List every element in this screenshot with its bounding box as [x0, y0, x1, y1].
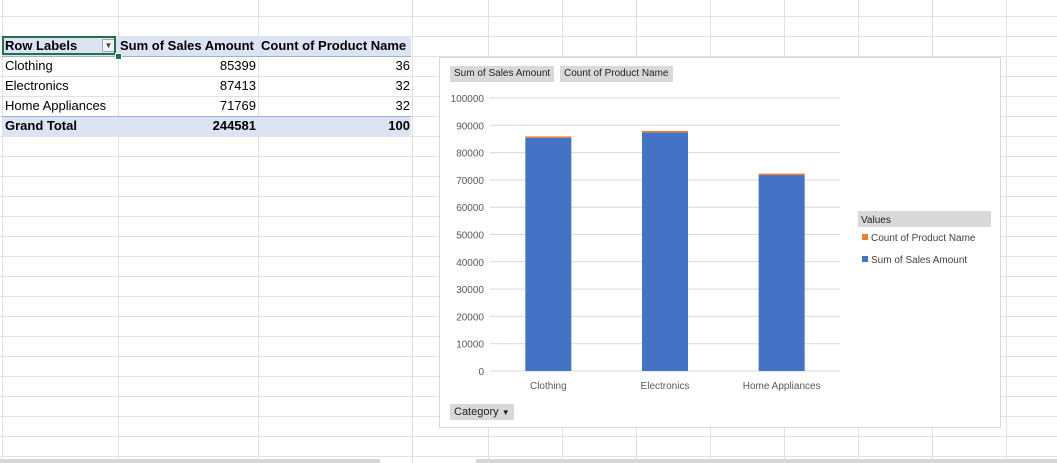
pivot-grand-total-label[interactable]: Grand Total	[5, 116, 115, 136]
bar-count-of-product-name	[642, 130, 688, 133]
bar-count-of-product-name	[525, 136, 572, 138]
chevron-down-icon: ▼	[501, 408, 510, 417]
y-tick-label: 30000	[456, 285, 484, 296]
pivot-row-label[interactable]: Electronics	[5, 76, 115, 96]
x-tick-label: Home Appliances	[743, 381, 821, 392]
pivot-cell-sales[interactable]: 87413	[120, 76, 256, 96]
pivot-grand-total-sales[interactable]: 244581	[120, 116, 256, 136]
y-tick-label: 20000	[456, 312, 484, 323]
pivot-grand-total-count[interactable]: 100	[261, 116, 410, 136]
horizontal-scrollbar-right[interactable]	[476, 459, 1057, 463]
y-tick-label: 60000	[456, 203, 484, 214]
pivot-header-count[interactable]: Count of Product Name	[261, 36, 411, 56]
chart-plot: 0 10000 20000 30000 40000 50000 60000 70000 8000…	[451, 94, 991, 392]
y-tick-label: 40000	[456, 258, 484, 269]
y-tick-label: 80000	[456, 149, 484, 160]
pivot-cell-sales[interactable]: 71769	[120, 96, 256, 116]
bar-sum-of-sales-amount	[758, 175, 805, 371]
horizontal-scrollbar-left[interactable]	[0, 459, 380, 463]
legend-title: Values	[861, 215, 891, 226]
bar-sum-of-sales-amount	[642, 132, 688, 371]
pivot-chart-area[interactable]: Sum of Sales Amount Count of Product Nam…	[439, 57, 1001, 428]
y-tick-label: 70000	[456, 176, 484, 187]
pivot-row-label[interactable]: Clothing	[5, 56, 115, 76]
selected-cell-border	[2, 36, 116, 55]
y-tick-label: 100000	[451, 94, 485, 105]
x-tick-label: Electronics	[641, 381, 690, 392]
pivot-row-label[interactable]: Home Appliances	[5, 96, 117, 116]
legend-entry: Count of Product Name	[871, 233, 976, 244]
x-tick-label: Clothing	[530, 381, 567, 392]
chart-axis-field-button[interactable]: Category ▼	[450, 404, 514, 420]
bar-count-of-product-name	[758, 173, 805, 176]
y-tick-label: 50000	[456, 231, 484, 242]
y-tick-label: 10000	[456, 340, 484, 351]
pivot-cell-count[interactable]: 32	[261, 96, 410, 116]
pivot-cell-count[interactable]: 32	[261, 76, 410, 96]
y-tick-label: 90000	[456, 121, 484, 132]
bar-sum-of-sales-amount	[525, 137, 572, 371]
pivot-cell-sales[interactable]: 85399	[120, 56, 256, 76]
y-tick-label: 0	[478, 367, 484, 378]
pivot-header-sales[interactable]: Sum of Sales Amount	[120, 36, 257, 56]
legend-entry: Sum of Sales Amount	[871, 255, 967, 266]
legend-swatch	[862, 234, 868, 240]
legend-swatch	[862, 256, 868, 262]
pivot-cell-count[interactable]: 36	[261, 56, 410, 76]
axis-field-label: Category	[454, 406, 499, 418]
